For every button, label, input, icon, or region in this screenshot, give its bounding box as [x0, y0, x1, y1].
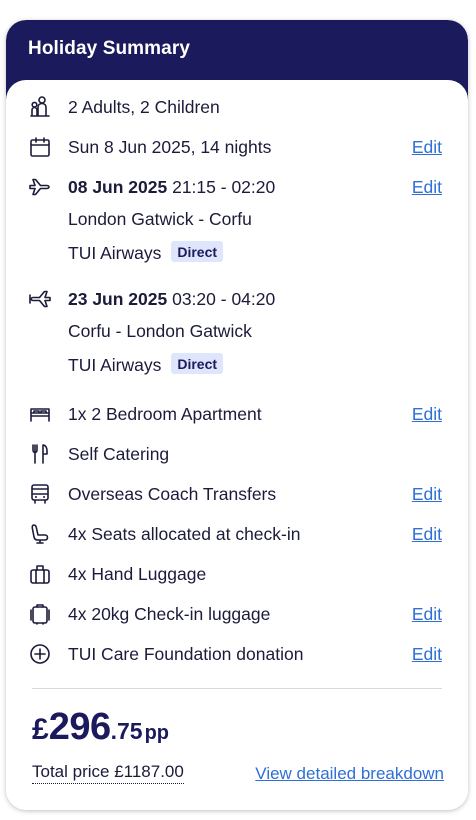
room-row: 1x 2 Bedroom Apartment Edit [6, 401, 468, 429]
seats-row: 4x Seats allocated at check-in Edit [6, 521, 468, 549]
price-whole: 296 [48, 706, 111, 748]
price-per-person: £296.75 pp [32, 706, 169, 749]
hand-luggage-icon [28, 562, 52, 586]
bus-icon [28, 482, 52, 506]
outbound-times: 21:15 - 02:20 [167, 177, 276, 197]
holiday-summary-card: Holiday Summary 2 Adults, 2 Children Sun… [6, 20, 468, 810]
plane-return-icon [28, 287, 52, 311]
inbound-times: 03:20 - 04:20 [167, 289, 276, 309]
inbound-airline-line: TUI Airways Direct [68, 353, 224, 376]
donation-row: TUI Care Foundation donation Edit [6, 641, 468, 669]
suitcase-icon [28, 602, 52, 626]
price-suffix: pp [144, 722, 170, 744]
outbound-airline-line: TUI Airways Direct [68, 241, 224, 264]
checkin-luggage-row: 4x 20kg Check-in luggage Edit [6, 601, 468, 629]
edit-donation-link[interactable]: Edit [412, 644, 442, 665]
plus-circle-icon [28, 642, 52, 666]
outbound-direct-badge: Direct [171, 241, 224, 262]
hand-luggage-text: 4x Hand Luggage [68, 564, 207, 584]
edit-transfers-link[interactable]: Edit [412, 484, 442, 505]
inbound-date: 23 Jun 2025 [68, 289, 168, 309]
price-currency: £ [32, 713, 49, 746]
cutlery-icon [28, 442, 52, 466]
edit-flights-link[interactable]: Edit [412, 177, 442, 198]
people-icon [28, 95, 52, 119]
view-breakdown-link[interactable]: View detailed breakdown [255, 764, 444, 784]
checkin-luggage-text: 4x 20kg Check-in luggage [68, 604, 271, 624]
donation-text: TUI Care Foundation donation [68, 644, 304, 664]
board-row: Self Catering [6, 441, 468, 469]
outbound-flight-times: 08 Jun 2025 21:15 - 02:20 [68, 177, 275, 198]
travellers-row: 2 Adults, 2 Children [6, 94, 468, 122]
total-price: Total price £1187.00 [32, 762, 184, 784]
edit-luggage-link[interactable]: Edit [412, 604, 442, 625]
transfers-text: Overseas Coach Transfers [68, 484, 277, 504]
dates-row: Sun 8 Jun 2025, 14 nights Edit [6, 134, 468, 162]
outbound-date: 08 Jun 2025 [68, 177, 168, 197]
outbound-airline: TUI Airways [68, 243, 162, 263]
room-text: 1x 2 Bedroom Apartment [68, 404, 262, 424]
transfers-row: Overseas Coach Transfers Edit [6, 481, 468, 509]
outbound-route: London Gatwick - Corfu [68, 209, 252, 229]
summary-panel: 2 Adults, 2 Children Sun 8 Jun 2025, 14 … [6, 80, 468, 810]
summary-title: Holiday Summary [28, 38, 190, 59]
price-decimal: .75 [110, 718, 143, 744]
outbound-flight-row: 08 Jun 2025 21:15 - 02:20 Edit [6, 174, 468, 202]
edit-room-link[interactable]: Edit [412, 404, 442, 425]
edit-dates-link[interactable]: Edit [412, 137, 442, 158]
inbound-flight-times: 23 Jun 2025 03:20 - 04:20 [68, 289, 275, 310]
dates-text: Sun 8 Jun 2025, 14 nights [68, 137, 272, 157]
price-divider [32, 688, 442, 689]
inbound-flight-row: 23 Jun 2025 03:20 - 04:20 [6, 286, 468, 314]
plane-departure-icon [28, 175, 52, 199]
seats-text: 4x Seats allocated at check-in [68, 524, 301, 544]
hand-luggage-row: 4x Hand Luggage [6, 561, 468, 589]
edit-seats-link[interactable]: Edit [412, 524, 442, 545]
bed-icon [28, 402, 52, 426]
calendar-icon [28, 135, 52, 159]
travellers-text: 2 Adults, 2 Children [68, 97, 220, 117]
inbound-route: Corfu - London Gatwick [68, 321, 252, 341]
seat-icon [28, 522, 52, 546]
board-text: Self Catering [68, 444, 170, 464]
inbound-direct-badge: Direct [171, 353, 224, 374]
inbound-airline: TUI Airways [68, 355, 162, 375]
